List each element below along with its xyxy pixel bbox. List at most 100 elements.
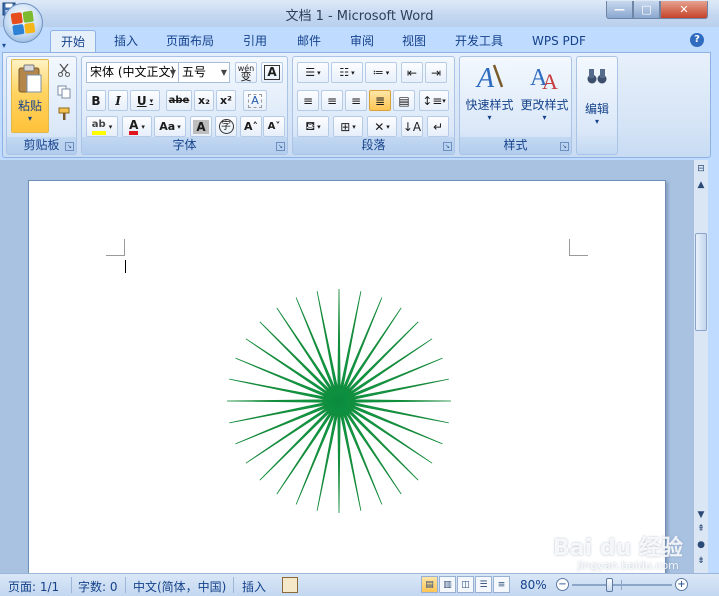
close-button[interactable]: ✕: [660, 1, 708, 19]
chevron-down-icon: ▼: [169, 68, 176, 77]
zoom-in-icon[interactable]: +: [675, 578, 688, 591]
phonetic-guide-button[interactable]: wén 变: [235, 62, 257, 83]
copy-icon[interactable]: [57, 85, 73, 101]
maximize-button[interactable]: □: [633, 1, 660, 19]
chevron-down-icon: ▾: [442, 96, 446, 105]
font-launcher-icon[interactable]: ↘: [276, 142, 285, 151]
italic-button[interactable]: I: [108, 90, 128, 111]
tab-developer[interactable]: 开发工具: [445, 30, 513, 53]
full-screen-reading-icon[interactable]: ▥: [439, 576, 456, 593]
tab-home[interactable]: 开始: [50, 30, 97, 53]
chevron-down-icon: ▾: [108, 122, 113, 131]
insert-mode-indicator[interactable]: 插入: [242, 578, 266, 595]
select-browse-object-icon[interactable]: ●: [694, 538, 708, 552]
paste-button[interactable]: 粘贴 ▾: [11, 59, 49, 133]
shading-button[interactable]: ⛾ ▾: [297, 116, 329, 137]
underline-label: U: [136, 93, 147, 108]
page-count[interactable]: 页面: 1/1: [8, 578, 59, 595]
font-name-combo[interactable]: 宋体 (中文正文) ▼: [86, 62, 179, 83]
quick-styles-button[interactable]: A 快速样式 ▾: [462, 61, 517, 133]
office-logo-icon: [10, 10, 36, 36]
macro-record-icon[interactable]: [282, 577, 298, 593]
draft-view-icon[interactable]: ≡: [493, 576, 510, 593]
tab-review[interactable]: 审阅: [340, 30, 384, 53]
zoom-out-icon[interactable]: −: [556, 578, 569, 591]
binoculars-icon: [587, 69, 607, 84]
sort-icon[interactable]: ↓A: [401, 116, 423, 137]
scroll-down-icon[interactable]: ▼: [694, 508, 708, 522]
decrease-indent-icon[interactable]: ⇤: [401, 62, 423, 83]
enclose-characters-button[interactable]: 字: [215, 116, 237, 137]
paragraph-label: 段落: [361, 138, 386, 152]
align-left-icon[interactable]: ≡: [297, 90, 319, 111]
shrink-font-button[interactable]: A˅: [263, 116, 285, 137]
styles-group-label: 样式 ↘: [460, 137, 571, 154]
align-right-icon[interactable]: ≡: [345, 90, 367, 111]
borders-button[interactable]: ⊞ ▾: [333, 116, 363, 137]
outline-view-icon[interactable]: ☰: [475, 576, 492, 593]
clear-formatting-button[interactable]: A: [243, 90, 267, 111]
office-button[interactable]: [3, 3, 43, 43]
status-bar: 页面: 1/1 字数: 0 中文(简体，中国) 插入 ▤ ▥ ◫ ☰ ≡ 80%…: [0, 573, 719, 596]
chevron-down-icon: ▾: [352, 122, 356, 131]
svg-text:A: A: [542, 69, 558, 93]
tab-wps-pdf[interactable]: WPS PDF: [522, 30, 596, 53]
chinese-layout-button[interactable]: ✕ ▾: [367, 116, 397, 137]
starburst-shape[interactable]: [219, 281, 459, 521]
increase-indent-icon[interactable]: ⇥: [425, 62, 447, 83]
zoom-slider-track[interactable]: [572, 584, 672, 586]
font-size-combo[interactable]: 五号 ▼: [178, 62, 230, 83]
next-page-icon[interactable]: ⇟: [694, 554, 708, 568]
editing-button[interactable]: 编辑 ▾: [579, 61, 615, 133]
grow-font-button[interactable]: A˄: [240, 116, 262, 137]
character-border-button[interactable]: A: [261, 62, 283, 83]
paragraph-launcher-icon[interactable]: ↘: [443, 142, 452, 151]
previous-page-icon[interactable]: ⇞: [694, 522, 708, 536]
chevron-down-icon: ▾: [386, 122, 390, 131]
font-color-button[interactable]: A ▾: [122, 116, 152, 137]
bold-button[interactable]: B: [86, 90, 106, 111]
zoom-level[interactable]: 80%: [520, 578, 547, 592]
paint-bucket-icon: ⛾: [305, 118, 316, 133]
language-indicator[interactable]: 中文(简体，中国): [133, 578, 226, 595]
tab-view[interactable]: 视图: [392, 30, 436, 53]
underline-button[interactable]: U ▾: [130, 90, 160, 111]
tab-insert[interactable]: 插入: [104, 30, 148, 53]
ruler-toggle-icon[interactable]: ⊟: [694, 162, 708, 176]
print-layout-view-icon[interactable]: ▤: [421, 576, 438, 593]
clipboard-launcher-icon[interactable]: ↘: [65, 142, 74, 151]
bullets-button[interactable]: ☰ ▾: [297, 62, 329, 83]
help-icon[interactable]: ?: [690, 33, 704, 47]
zoom-slider-thumb[interactable]: [605, 578, 613, 592]
highlight-button[interactable]: ab ▾: [86, 116, 118, 137]
change-case-button[interactable]: Aa ▾: [154, 116, 186, 137]
show-marks-icon[interactable]: ↵: [427, 116, 449, 137]
chevron-down-icon: ▾: [317, 122, 321, 131]
multilevel-list-button[interactable]: ≔ ▾: [365, 62, 397, 83]
character-shading-icon: A: [193, 119, 209, 134]
subscript-button[interactable]: x₂: [194, 90, 214, 111]
superscript-button[interactable]: x²: [216, 90, 236, 111]
tab-references[interactable]: 引用: [233, 30, 277, 53]
format-painter-icon[interactable]: [57, 107, 73, 123]
align-center-icon[interactable]: ≡: [321, 90, 343, 111]
scroll-thumb[interactable]: [695, 233, 707, 331]
document-page[interactable]: [28, 180, 666, 580]
tab-mailings[interactable]: 邮件: [287, 30, 331, 53]
justify-icon[interactable]: ≣: [369, 90, 391, 111]
minimize-button[interactable]: —: [606, 1, 633, 19]
change-styles-button[interactable]: AA 更改样式 ▾: [517, 61, 572, 133]
web-layout-icon[interactable]: ◫: [457, 576, 474, 593]
scroll-up-icon[interactable]: ▲: [694, 178, 708, 192]
cut-icon[interactable]: [57, 63, 73, 79]
line-spacing-button[interactable]: ↕≡ ▾: [419, 90, 449, 111]
character-shading-button[interactable]: A: [190, 116, 212, 137]
vertical-scrollbar[interactable]: ⊟ ▲ ▼ ⇞ ● ⇟: [693, 160, 708, 573]
numbering-button[interactable]: ☷ ▾: [331, 62, 363, 83]
word-count[interactable]: 字数: 0: [78, 578, 118, 595]
strikethrough-button[interactable]: abe: [166, 90, 192, 111]
multilevel-list-icon: ≔: [372, 66, 384, 79]
styles-launcher-icon[interactable]: ↘: [560, 142, 569, 151]
distributed-icon[interactable]: ▤: [393, 90, 415, 111]
tab-page-layout[interactable]: 页面布局: [156, 30, 224, 53]
